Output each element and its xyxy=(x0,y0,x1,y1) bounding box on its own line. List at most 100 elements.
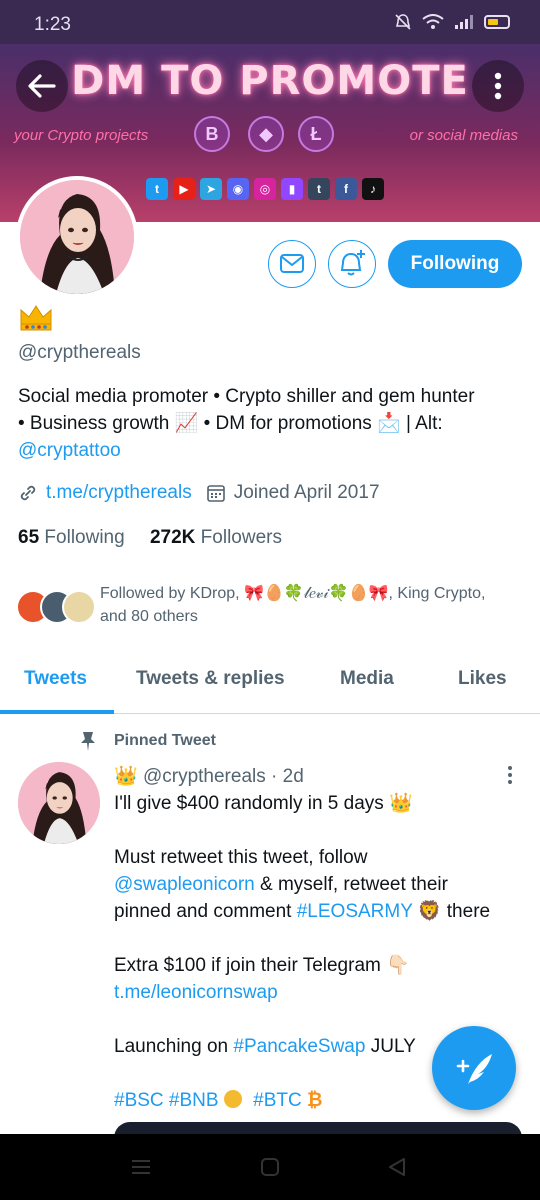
tweet-line-1: I'll give $400 randomly in 5 days xyxy=(114,793,384,814)
follower-avatar-3 xyxy=(62,590,96,624)
tweet-line-4a: pinned and comment xyxy=(114,901,297,922)
back-triangle-icon[interactable] xyxy=(386,1156,408,1178)
tab-tweets-replies[interactable]: Tweets & replies xyxy=(136,668,285,690)
following-label: Following xyxy=(44,527,125,548)
bell-plus-icon xyxy=(340,250,365,276)
inbox-emoji-icon: 📩 xyxy=(377,413,401,434)
followed-by-line-1: Followed by KDrop, 🎀🥚🍀𝓁𝑒𝓋𝒾🍀🥚🎀, King Cryp… xyxy=(100,585,486,602)
arrow-left-icon xyxy=(28,74,56,98)
point-down-emoji-icon: 👇🏻 xyxy=(386,955,410,976)
crown-emoji-icon: 👑 xyxy=(389,793,413,814)
mention-link[interactable]: @swapleonicorn xyxy=(114,874,255,895)
profile-handle: @crypthereals xyxy=(18,342,141,363)
status-bar: 1:23 xyxy=(0,0,540,44)
profile-meta: t.me/crypthereals Joined April 2017 xyxy=(18,482,380,504)
status-icons xyxy=(394,13,510,31)
link-icon xyxy=(20,485,36,501)
wifi-icon xyxy=(422,14,444,29)
compose-feather-icon xyxy=(456,1054,492,1084)
bio-alt-link[interactable]: @cryptattoo xyxy=(18,440,121,461)
tumblr-icon: t xyxy=(308,178,330,200)
bio-line-2c: | Alt: xyxy=(400,413,443,434)
profile-avatar[interactable] xyxy=(16,176,138,298)
tweet-author-handle[interactable]: @crypthereals xyxy=(143,766,266,787)
followed-by-text: Followed by KDrop, 🎀🥚🍀𝓁𝑒𝓋𝒾🍀🥚🎀, King Cryp… xyxy=(100,582,520,628)
tiktok-icon: ♪ xyxy=(362,178,384,200)
bio-line-2b: • DM for promotions xyxy=(198,413,378,434)
twitter-icon: t xyxy=(146,178,168,200)
followed-by-line-2: and 80 others xyxy=(100,608,198,625)
tweet-line-2: Must retweet this tweet, follow xyxy=(114,847,368,868)
following-count: 65 xyxy=(18,527,40,548)
ethereum-coin-icon: ◆ xyxy=(248,116,284,152)
banner-right-text: or social medias xyxy=(409,127,518,144)
telegram-link[interactable]: t.me/leonicornswap xyxy=(114,979,514,1006)
tab-likes[interactable]: Likes xyxy=(458,668,507,690)
tweet-time: · 2d xyxy=(271,766,304,787)
telegram-icon: ➤ xyxy=(200,178,222,200)
signal-icon xyxy=(455,15,473,29)
banner-title: DM TO PROMOTE xyxy=(71,58,469,104)
hashtag-btc[interactable]: #BTC xyxy=(253,1090,302,1111)
tweet-header: 👑 @crypthereals · 2d xyxy=(114,764,304,788)
notifications-button[interactable] xyxy=(328,240,376,288)
website-link[interactable]: t.me/crypthereals xyxy=(46,482,192,504)
home-icon[interactable] xyxy=(259,1156,281,1178)
system-nav-bar xyxy=(0,1134,540,1200)
youtube-icon: ▶ xyxy=(173,178,195,200)
tab-tweets[interactable]: Tweets xyxy=(24,668,87,690)
bitcoin-coin-icon: B xyxy=(194,116,230,152)
more-options-button[interactable] xyxy=(472,60,524,112)
bnb-coin-icon xyxy=(223,1090,242,1108)
tweet-more-icon[interactable] xyxy=(504,764,516,786)
banner-left-text: your Crypto projects xyxy=(14,127,149,144)
compose-tweet-button[interactable] xyxy=(432,1026,516,1110)
profile-tabs: Tweets Tweets & replies Media Likes xyxy=(0,650,540,714)
joined-date: Joined April 2017 xyxy=(233,482,380,503)
crown-icon xyxy=(20,305,52,331)
tweet-line-5: Extra $100 if join their Telegram xyxy=(114,955,381,976)
tweet-line-6b: JULY xyxy=(365,1036,416,1057)
more-vertical-icon xyxy=(494,72,502,100)
discord-icon: ◉ xyxy=(227,178,249,200)
hashtag-bnb[interactable]: #BNB xyxy=(169,1090,219,1111)
tweet-line-6a: Launching on xyxy=(114,1036,234,1057)
hashtag-leosarmy[interactable]: #LEOSARMY xyxy=(297,901,413,922)
chart-emoji-icon: 📈 xyxy=(174,413,199,434)
banner-social-icons: t ▶ ➤ ◉ ◎ ▮ t f ♪ xyxy=(146,178,384,200)
crown-emoji-icon: 👑 xyxy=(114,766,138,787)
status-time: 1:23 xyxy=(34,14,71,35)
tweet-line-3: & myself, retweet their xyxy=(254,874,448,895)
pinned-tweet-label: Pinned Tweet xyxy=(114,732,216,749)
instagram-icon: ◎ xyxy=(254,178,276,200)
bio-line-2a: • Business growth xyxy=(18,413,175,434)
lion-emoji-icon: 🦁 xyxy=(417,901,442,922)
back-button[interactable] xyxy=(16,60,68,112)
litecoin-coin-icon: Ł xyxy=(298,116,334,152)
profile-bio: Social media promoter • Crypto shiller a… xyxy=(18,383,522,464)
recents-menu-icon[interactable] xyxy=(130,1156,152,1178)
avatar-illustration xyxy=(20,180,134,294)
tweet-line-4b: there xyxy=(441,901,491,922)
followers-count-link[interactable]: 272K Followers xyxy=(150,527,282,548)
calendar-icon xyxy=(206,485,225,502)
bitcoin-coin-icon: ₿ xyxy=(306,1090,323,1111)
avatar-illustration xyxy=(18,762,100,844)
hashtag-pancakeswap[interactable]: #PancakeSwap xyxy=(233,1036,365,1057)
follow-counts: 65 Following 272K Followers xyxy=(18,527,282,549)
battery-icon xyxy=(484,15,510,29)
following-button[interactable]: Following xyxy=(388,240,522,288)
tab-media[interactable]: Media xyxy=(340,668,394,690)
envelope-icon xyxy=(280,254,304,273)
bio-line-1: Social media promoter • Crypto shiller a… xyxy=(18,386,475,407)
facebook-icon: f xyxy=(335,178,357,200)
pin-icon xyxy=(81,732,95,751)
followers-label: Followers xyxy=(200,527,282,548)
following-count-link[interactable]: 65 Following xyxy=(18,527,125,548)
mute-icon xyxy=(395,14,411,30)
active-tab-indicator xyxy=(0,710,114,714)
hashtag-bsc[interactable]: #BSC xyxy=(114,1090,164,1111)
message-button[interactable] xyxy=(268,240,316,288)
tweet-author-avatar[interactable] xyxy=(18,762,100,844)
twitch-icon: ▮ xyxy=(281,178,303,200)
